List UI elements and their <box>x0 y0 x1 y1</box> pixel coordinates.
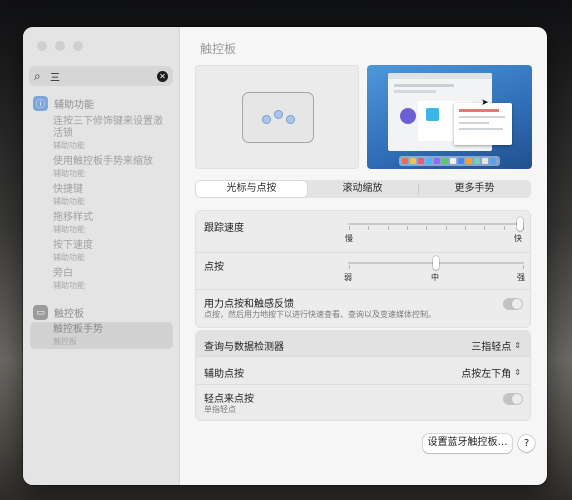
slider-tick <box>445 226 447 230</box>
lookup-label: 查询与数据检测器 <box>204 342 284 353</box>
tap-to-click-label: 轻点来点按 <box>204 394 254 405</box>
settings-group-lookup: 查询与数据检测器 三指轻点 ⇕ 辅助点按 点按左下角 ⇕ 轻点来点按 单指轻点 <box>195 330 531 421</box>
secondary-click-popup[interactable]: 点按左下角 ⇕ <box>461 365 521 380</box>
search-field[interactable]: ⌕ ✕ <box>29 66 173 86</box>
sidebar-section-accessibility[interactable]: ⓘ 辅助功能 <box>33 96 94 111</box>
window-controls <box>37 41 83 51</box>
force-click-row: 用力点按和触感反馈 点按，然后用力地按下以进行快速查看、查询以及变速媒体控制。 <box>196 290 530 327</box>
sidebar-item-subtitle: 辅助功能 <box>53 169 85 178</box>
slider-tick <box>426 226 428 230</box>
minimize-window-button[interactable] <box>55 41 65 51</box>
screen-preview: ➤ <box>367 65 532 169</box>
sidebar-item-subtitle: 触控板 <box>53 337 77 346</box>
sidebar-item-voiceover[interactable]: 旁白 辅助功能 <box>53 268 171 291</box>
zoom-window-button[interactable] <box>73 41 83 51</box>
sidebar-item-subtitle: 辅助功能 <box>53 253 85 262</box>
trackpad-illustration <box>242 92 314 143</box>
clear-search-icon[interactable]: ✕ <box>157 70 168 82</box>
click-medium-label: 中 <box>431 273 439 282</box>
sidebar-section-label: 辅助功能 <box>54 100 94 111</box>
force-click-label: 用力点按和触感反馈 <box>204 299 294 310</box>
preview-popover <box>454 103 512 145</box>
sidebar-item-title: 触控板手势 <box>53 324 103 335</box>
sidebar-item-subtitle: 辅助功能 <box>53 281 85 290</box>
tracking-speed-label: 跟踪速度 <box>204 223 244 234</box>
finger-dot <box>274 110 283 119</box>
tab-scroll-zoom[interactable]: 滚动缩放 <box>307 181 418 197</box>
chevron-updown-icon: ⇕ <box>514 341 521 350</box>
tab-more-gestures[interactable]: 更多手势 <box>419 181 530 197</box>
sidebar-item-title: 旁白 <box>53 268 73 279</box>
finger-dot <box>262 115 271 124</box>
click-row: 点按 弱 中 强 <box>196 253 530 290</box>
sidebar-item-title: 拖移样式 <box>53 212 93 223</box>
page-title: 触控板 <box>200 42 237 56</box>
slider-tick <box>387 226 389 230</box>
search-input[interactable] <box>48 70 157 82</box>
help-button[interactable]: ? <box>518 435 535 452</box>
secondary-click-label: 辅助点按 <box>204 369 244 380</box>
chevron-updown-icon: ⇕ <box>514 368 521 377</box>
lookup-value: 三指轻点 <box>471 342 512 353</box>
sidebar-item-shortcuts[interactable]: 快捷键 辅助功能 <box>53 184 171 207</box>
tab-bar: 光标与点按 滚动缩放 更多手势 <box>195 180 531 198</box>
sidebar-item-subtitle: 辅助功能 <box>53 141 85 150</box>
slider-tick <box>407 226 408 230</box>
slider-tick <box>484 226 486 230</box>
click-thumb[interactable] <box>433 256 439 270</box>
slider-tick <box>503 226 505 230</box>
setup-bluetooth-trackpad-button[interactable]: 设置蓝牙触控板… <box>423 434 512 453</box>
sidebar-section-trackpad[interactable]: ▭ 触控板 <box>33 305 84 320</box>
sidebar-item-trackpad-gestures[interactable]: 触控板手势 触控板 <box>30 322 173 349</box>
sidebar-item-sticky-keys[interactable]: 连按三下修饰键来设置激活锁 辅助功能 <box>53 116 171 151</box>
slider-tick <box>349 226 350 230</box>
click-weak-label: 弱 <box>344 273 352 282</box>
tracking-speed-row: 跟踪速度 慢 快 <box>196 211 530 253</box>
sidebar-item-title: 按下速度 <box>53 240 93 251</box>
force-click-toggle[interactable] <box>503 298 523 310</box>
tap-to-click-toggle[interactable] <box>503 393 523 405</box>
tab-point-click[interactable]: 光标与点按 <box>196 181 307 197</box>
settings-group-pointer: 跟踪速度 慢 快 点按 弱 中 强 用力点按和触感反馈 点按，然后用力地按下以进… <box>195 210 531 328</box>
slider-tick <box>523 226 524 230</box>
sidebar-item-title: 快捷键 <box>53 184 83 195</box>
sidebar-item-drag-style[interactable]: 拖移样式 辅助功能 <box>53 212 171 235</box>
sidebar: ⌕ ✕ ⓘ 辅助功能 连按三下修饰键来设置激活锁 辅助功能 使用触控板手势来缩放… <box>23 27 180 485</box>
force-click-description: 点按，然后用力地按下以进行快速查看、查询以及变速媒体控制。 <box>204 310 436 319</box>
sidebar-item-subtitle: 辅助功能 <box>53 225 85 234</box>
accessibility-icon: ⓘ <box>33 96 48 111</box>
settings-window: ⌕ ✕ ⓘ 辅助功能 连按三下修饰键来设置激活锁 辅助功能 使用触控板手势来缩放… <box>23 27 547 485</box>
sidebar-item-title: 使用触控板手势来缩放 <box>53 156 153 167</box>
gesture-preview <box>195 65 359 169</box>
lookup-popup[interactable]: 三指轻点 ⇕ <box>471 338 521 353</box>
sidebar-item-press-speed[interactable]: 按下速度 辅助功能 <box>53 240 171 263</box>
secondary-click-value: 点按左下角 <box>461 369 512 380</box>
secondary-click-row[interactable]: 辅助点按 点按左下角 ⇕ <box>196 357 530 385</box>
pointer-icon: ➤ <box>481 98 489 108</box>
sidebar-item-zoom-gesture[interactable]: 使用触控板手势来缩放 辅助功能 <box>53 156 171 179</box>
tracking-speed-min-label: 慢 <box>345 234 353 243</box>
click-label: 点按 <box>204 262 224 273</box>
main-pane: 触控板 ➤ 光标与点按 滚动缩放 更多手势 跟踪速度 慢 快 点按 弱 中 强 … <box>180 27 547 485</box>
lookup-row[interactable]: 查询与数据检测器 三指轻点 ⇕ <box>196 331 530 357</box>
sidebar-section-label: 触控板 <box>54 309 84 320</box>
tracking-speed-slider[interactable] <box>348 223 524 225</box>
sidebar-item-title: 连按三下修饰键来设置激活锁 <box>53 116 163 139</box>
tap-to-click-description: 单指轻点 <box>204 405 236 414</box>
trackpad-icon: ▭ <box>33 305 48 320</box>
finger-dot <box>286 115 295 124</box>
tap-to-click-row: 轻点来点按 单指轻点 <box>196 385 530 421</box>
tracking-speed-max-label: 快 <box>514 234 522 243</box>
close-window-button[interactable] <box>37 41 47 51</box>
search-icon: ⌕ <box>34 68 41 83</box>
click-strong-label: 强 <box>517 273 525 282</box>
tracking-speed-thumb[interactable] <box>517 217 523 231</box>
sidebar-item-subtitle: 辅助功能 <box>53 197 85 206</box>
slider-tick <box>368 226 370 230</box>
slider-tick <box>465 226 466 230</box>
preview-dock <box>399 156 500 166</box>
